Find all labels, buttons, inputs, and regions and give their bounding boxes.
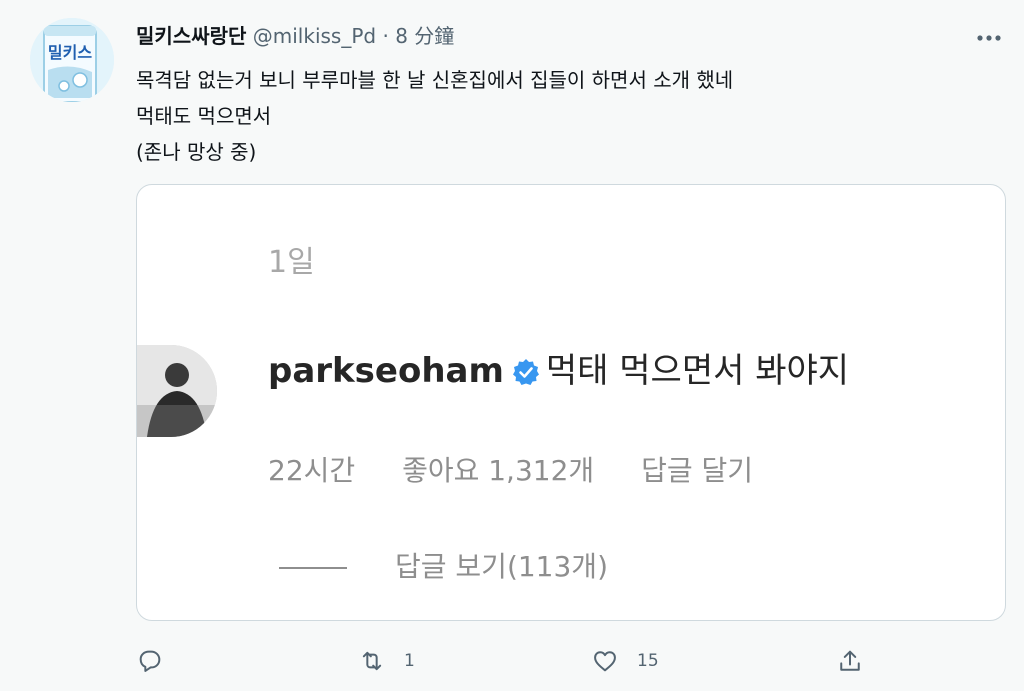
retweet-button[interactable]: 1 bbox=[358, 645, 415, 677]
tweet-actions: 1 15 bbox=[136, 645, 876, 677]
comment-time-ago: 22시간 bbox=[268, 454, 356, 487]
comment-date: 1일 bbox=[268, 245, 315, 280]
like-button[interactable]: 15 bbox=[591, 645, 659, 677]
reply-icon bbox=[139, 650, 161, 672]
heart-icon bbox=[594, 651, 616, 672]
more-horizontal-icon bbox=[977, 35, 1001, 41]
view-replies-label: 답글 보기(113개) bbox=[395, 550, 608, 583]
display-name[interactable]: 밀키스싸랑단 bbox=[136, 24, 246, 48]
attached-image[interactable]: 1일 parkseoham 먹태 먹으면서 봐야지 22시간 좋아요 1,312… bbox=[136, 184, 1006, 621]
retweet-count: 1 bbox=[404, 651, 415, 671]
tweet-text-line: 먹태도 먹으면서 bbox=[136, 104, 272, 128]
reply-button[interactable] bbox=[136, 645, 164, 677]
commenter-username: parkseoham bbox=[268, 351, 504, 391]
verified-badge-icon bbox=[512, 359, 539, 385]
profile-avatar[interactable]: 밀키스 bbox=[30, 18, 114, 102]
retweet-icon bbox=[362, 651, 382, 671]
milkis-can-avatar: 밀키스 bbox=[30, 18, 114, 102]
tweet-timestamp[interactable]: 8 分鐘 bbox=[395, 24, 454, 48]
tweet-text-line: 목격담 없는거 보니 부루마블 한 날 신혼집에서 집들이 하면서 소개 했네 bbox=[136, 68, 734, 92]
tweet-text-line: (존나 망상 중) bbox=[136, 140, 257, 164]
replies-dash bbox=[279, 567, 347, 569]
comment-line: parkseoham 먹태 먹으면서 봐야지 bbox=[268, 349, 849, 393]
tweet-header: 밀키스싸랑단 @milkiss_Pd · 8 分鐘 bbox=[136, 22, 454, 50]
commenter-avatar-image bbox=[137, 345, 217, 437]
share-icon bbox=[840, 650, 860, 671]
header-separator: · bbox=[382, 24, 389, 48]
share-button[interactable] bbox=[836, 645, 864, 677]
svg-text:밀키스: 밀키스 bbox=[48, 43, 92, 62]
like-count: 15 bbox=[637, 651, 659, 671]
more-options-button[interactable] bbox=[974, 28, 1004, 48]
comment-meta: 22시간 좋아요 1,312개 답글 달기 bbox=[268, 449, 791, 489]
view-replies: 답글 보기(113개) bbox=[279, 545, 608, 585]
tweet[interactable]: 밀키스 밀키스싸랑단 @milkiss_Pd · 8 分鐘 목격담 없는거 보니… bbox=[0, 0, 1024, 691]
comment-reply-action: 답글 달기 bbox=[641, 454, 754, 487]
comment-like-count: 좋아요 1,312개 bbox=[402, 454, 595, 487]
tweet-text: 목격담 없는거 보니 부루마블 한 날 신혼집에서 집들이 하면서 소개 했네 … bbox=[136, 62, 733, 170]
user-handle[interactable]: @milkiss_Pd bbox=[253, 24, 376, 48]
comment-text: 먹태 먹으면서 봐야지 bbox=[545, 351, 850, 391]
commenter-avatar bbox=[137, 345, 217, 437]
